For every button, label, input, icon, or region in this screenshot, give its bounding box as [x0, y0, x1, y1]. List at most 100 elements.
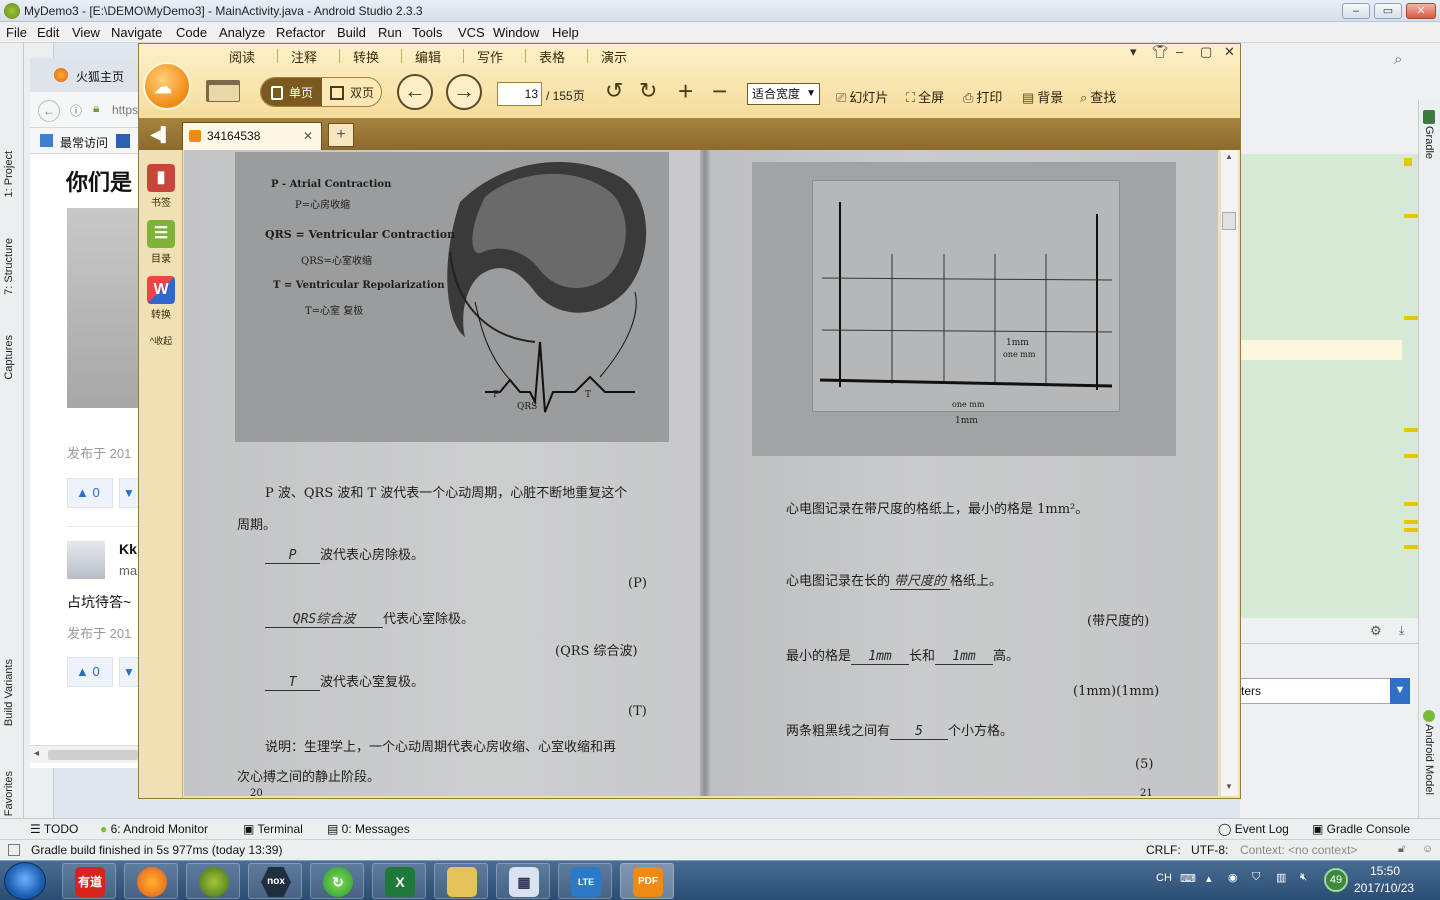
reader-logo[interactable]: ☁︎ [143, 62, 191, 110]
menu-edit[interactable]: Edit [37, 25, 59, 40]
back-icon[interactable]: ← [38, 100, 60, 122]
search-icon[interactable]: ⌕ [1394, 51, 1402, 68]
fullscreen-button[interactable]: ⛶ 全屏 [906, 87, 944, 106]
print-button[interactable]: ⎙ 打印 [963, 87, 1002, 106]
page-number-input[interactable]: 13 [497, 82, 542, 106]
taskbar-youdao[interactable]: 有道 [62, 863, 116, 899]
menu-file[interactable]: File [6, 25, 27, 40]
context-indicator[interactable]: Context: <no context> [1240, 843, 1357, 857]
menu-help[interactable]: Help [552, 25, 579, 40]
volume-muted-icon[interactable]: 🔇︎ [1300, 871, 1307, 884]
menu-navigate[interactable]: Navigate [111, 25, 162, 40]
filter-dropdown[interactable]: ▼ [1390, 678, 1410, 704]
close-tab-icon[interactable]: ✕ [303, 123, 313, 149]
tab-todo[interactable]: ☰ TODO [30, 822, 78, 836]
taskbar-360[interactable]: ↻ [310, 863, 364, 899]
new-tab-button[interactable]: + [328, 123, 354, 147]
tab-messages[interactable]: ▤ 0: Messages [327, 822, 410, 836]
menu-tools[interactable]: Tools [412, 25, 442, 40]
reader-menu-convert[interactable]: 转换 [353, 47, 379, 66]
reader-maximize-button[interactable]: ▢ [1200, 44, 1212, 60]
error-stripe-mark[interactable] [1404, 158, 1412, 166]
reader-menu-dropdown-icon[interactable]: ▾ [1130, 44, 1137, 60]
warning-mark[interactable] [1404, 520, 1418, 524]
taskbar-calculator[interactable]: ▦ [496, 863, 550, 899]
reader-menu-read[interactable]: 阅读 [229, 47, 255, 66]
rotate-right-icon[interactable]: ↻ [639, 78, 657, 104]
menu-refactor[interactable]: Refactor [276, 25, 325, 40]
tab-gradle[interactable]: Gradle [1423, 126, 1435, 159]
info-icon[interactable]: ⓘ [70, 102, 82, 119]
show-hidden-icon[interactable]: ▴ [1206, 872, 1212, 885]
warning-mark[interactable] [1404, 502, 1418, 506]
taskbar-nox[interactable]: nox [248, 863, 302, 899]
zoom-in-icon[interactable]: + [678, 76, 693, 107]
scroll-down-icon[interactable]: ▼ [1225, 782, 1233, 791]
scroll-up-icon[interactable]: ▲ [1225, 152, 1233, 161]
find-button[interactable]: ⌕ 查找 [1080, 87, 1116, 106]
maximize-button[interactable]: ▭ [1374, 3, 1402, 19]
bookmark-most-visited[interactable]: 最常访问 [60, 134, 108, 151]
scroll-left-icon[interactable]: ◂ [34, 748, 39, 759]
horizontal-scrollbar[interactable]: ◂ [30, 745, 140, 763]
tab-terminal[interactable]: ▣ Terminal [243, 822, 303, 836]
inspector-icon[interactable]: ☺ [1422, 843, 1433, 855]
tab-project[interactable]: 1: Project [3, 151, 15, 197]
menu-build[interactable]: Build [337, 25, 366, 40]
baidu-icon[interactable] [116, 134, 130, 148]
upvote-button-2[interactable]: ▲ 0 [67, 657, 113, 687]
tab-event-log[interactable]: ◯ Event Log [1218, 822, 1289, 836]
panel-toggle-icon[interactable] [8, 844, 20, 856]
rotate-left-icon[interactable]: ↺ [605, 78, 623, 104]
reader-menu-edit[interactable]: 编辑 [415, 47, 441, 66]
slideshow-button[interactable]: ⎚ 幻灯片 [836, 87, 888, 106]
menu-run[interactable]: Run [378, 25, 402, 40]
warning-mark[interactable] [1404, 428, 1418, 432]
single-page-button[interactable]: 单页 [261, 78, 322, 106]
menu-analyze[interactable]: Analyze [219, 25, 265, 40]
warning-mark[interactable] [1404, 316, 1418, 320]
avatar[interactable] [67, 541, 105, 579]
menu-view[interactable]: View [72, 25, 100, 40]
sidebar-item-toc[interactable]: ☰ 目录 [145, 220, 177, 265]
lock-icon[interactable]: 🔓︎ [1398, 843, 1405, 856]
url-text[interactable]: https [112, 103, 138, 117]
document-scrollbar[interactable]: ▲ ▼ [1220, 150, 1238, 796]
zoom-select[interactable]: 适合宽度 ▼ [747, 83, 820, 105]
taskbar-pdf-reader[interactable]: PDF [620, 863, 674, 899]
start-button[interactable] [4, 862, 46, 900]
ime-indicator[interactable]: CH [1156, 872, 1172, 884]
warning-mark[interactable] [1404, 528, 1418, 532]
minimize-button[interactable]: – [1342, 3, 1370, 19]
downvote-button[interactable]: ▼ [119, 478, 139, 508]
notification-badge[interactable]: 49 [1324, 868, 1348, 892]
reader-menu-write[interactable]: 写作 [477, 47, 503, 66]
comment-user[interactable]: Kk [119, 541, 137, 557]
gear-icon[interactable]: ⚙ [1370, 623, 1382, 639]
reader-close-button[interactable]: ✕ [1224, 44, 1235, 60]
zoom-out-icon[interactable]: − [712, 76, 727, 107]
network-icon[interactable]: ▥ [1276, 871, 1286, 884]
tab-android-monitor[interactable]: ● 6: Android Monitor [100, 822, 208, 836]
tab-captures[interactable]: Captures [3, 335, 15, 380]
clock-date[interactable]: 2017/10/23 [1354, 881, 1414, 895]
skin-icon[interactable]: 👕︎ [1152, 44, 1169, 60]
prev-page-button[interactable]: ← [397, 74, 433, 110]
file-encoding[interactable]: UTF-8: [1191, 843, 1228, 857]
reader-minimize-button[interactable]: – [1176, 44, 1183, 59]
background-button[interactable]: ▤ 背景 [1022, 87, 1063, 106]
reader-menu-present[interactable]: 演示 [601, 47, 627, 66]
open-folder-icon[interactable] [206, 76, 240, 104]
sidebar-item-convert[interactable]: W 转换 [145, 276, 177, 321]
taskbar-lte[interactable]: LTE [558, 863, 612, 899]
menu-vcs[interactable]: VCS [458, 25, 485, 40]
menu-window[interactable]: Window [493, 25, 539, 40]
document-scroll-thumb[interactable] [1222, 212, 1236, 230]
menu-code[interactable]: Code [176, 25, 207, 40]
scroll-thumb[interactable] [48, 750, 138, 760]
document-tab[interactable]: 34164538 ✕ [182, 122, 322, 150]
warning-mark[interactable] [1404, 545, 1418, 549]
taskbar-android-studio[interactable] [186, 863, 240, 899]
warning-mark[interactable] [1404, 454, 1418, 458]
tray-app-icon[interactable]: ◉ [1228, 871, 1238, 884]
